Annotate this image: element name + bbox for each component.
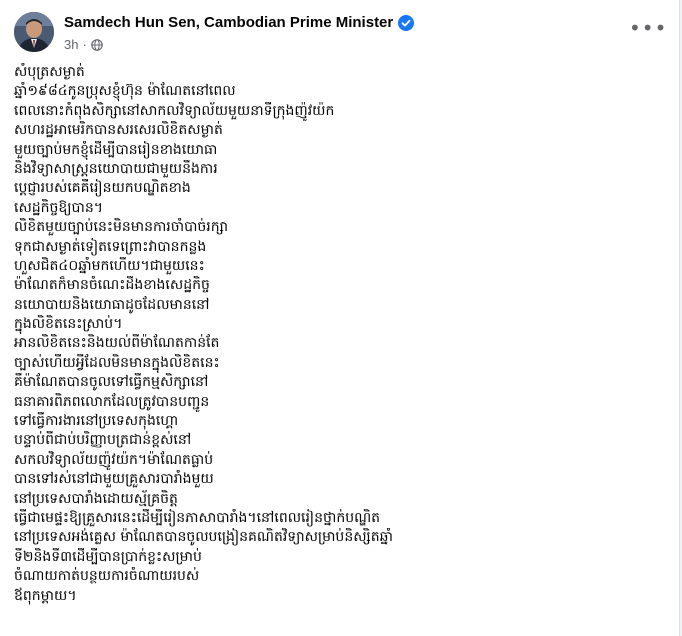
post-text: សំបុត្រសម្ងាត់ឆ្នាំ១៩៨៤កូនប្រុសខ្ញុំហ៊ុន… <box>14 63 664 606</box>
post-text-line: ក្នុងលិខិតនេះស្រាប់។ <box>14 316 123 333</box>
post-text-line: បន្ទាប់ពីជាប់បរិញ្ញាបត្រជាន់ខ្ពស់នៅ <box>14 432 192 449</box>
post-time[interactable]: 3h <box>64 37 78 52</box>
post-header: Samdech Hun Sen, Cambodian Prime Ministe… <box>14 12 666 56</box>
post-text-line: ទី២និងទី៣ដើម្បីបានប្រាក់ខ្លះសម្រាប់ <box>14 548 202 565</box>
author-name[interactable]: Samdech Hun Sen, Cambodian Prime Ministe… <box>64 14 393 31</box>
post-text-line: ចំណាយកាត់បន្ថយការចំណាយរបស់ <box>14 568 200 585</box>
author-name-row: Samdech Hun Sen, Cambodian Prime Ministe… <box>64 14 415 31</box>
post-text-line: ទៅធ្វើការងារនៅប្រទេសកុងហ្គោ <box>14 413 179 430</box>
post-text-line: ហួសជិត៤០ឆ្នាំមកហើយ។ជាមួយនេះ <box>14 257 205 274</box>
post-text-line: សកលវិទ្យាល័យញ៉ូវយ៉ក។ម៉ាណែតធ្លាប់ <box>14 451 214 468</box>
post-text-line: សំបុត្រសម្ងាត់ <box>14 64 85 80</box>
post-text-line: ធ្វើជាមេផ្ទះឱ្យគ្រួសារនេះដើម្បីរៀនភាសាបា… <box>14 509 381 526</box>
post-text-line: នយោបាយនិងយោធាដូចដែលមាននៅ <box>14 296 210 313</box>
post-text-line: សេដ្ឋកិច្ចឱ្យបាន។ <box>14 199 103 216</box>
post-text-line: ម៉ាណែតក៏មានចំណេះដឹងខាងសេដ្ឋកិច្ច <box>14 277 210 294</box>
post-text-line: និងវិទ្យាសាស្ត្រនយោបាយជាមួយនឹងការ <box>14 160 218 177</box>
post-text-line: លិខិតមួយច្បាប់នេះមិនមានការចាំបាច់រក្សា <box>14 219 229 236</box>
post-text-line: ច្បាស់ហើយអ្វីដែលមិនមានក្នុងលិខិតនេះ <box>14 354 220 371</box>
globe-icon[interactable] <box>91 38 103 51</box>
post-text-line: អានលិខិតនេះនិងយល់ពីម៉ាណែតកាន់តែ <box>14 335 220 352</box>
post-meta: 3h · <box>64 37 103 52</box>
post-text-line: ឪពុកម្តាយ។ <box>14 587 77 604</box>
post-text-line: នៅប្រទេសបារាំងដោយស្ម័គ្រចិត្ត <box>14 490 178 507</box>
post-text-line: ធនាគារពិភពលោកដែលត្រូវបានបញ្ជូន <box>14 393 210 410</box>
post-text-line: សហរដ្ឋអាមេរិកបានសរសេរលិខិតសម្ងាត់ <box>14 122 223 139</box>
author-avatar[interactable] <box>14 12 54 52</box>
post-text-line: ទុកជាសម្ងាត់ទៀតទេព្រោះវាបានកន្លង <box>14 238 207 255</box>
post-text-line: ពេលនោះកំពុងសិក្សានៅសាកលវិទ្យាល័យមួយនាទីក… <box>14 102 335 119</box>
post-text-line: មួយច្បាប់មកខ្ញុំដើម្បីបានរៀនខាងយោធា <box>14 141 218 158</box>
post-card: Samdech Hun Sen, Cambodian Prime Ministe… <box>0 0 680 636</box>
post-text-line: ប្តេជ្ញារបស់គេគឺរៀនយកបណ្ឌិតខាង <box>14 180 191 197</box>
more-options-icon[interactable]: ••• <box>629 18 666 44</box>
post-text-line: បានទៅរស់នៅជាមួយគ្រួសារបារាំងមួយ <box>14 471 214 488</box>
post-text-line: ឆ្នាំ១៩៨៤កូនប្រុសខ្ញុំហ៊ុន ម៉ាណែតនៅពេល <box>14 83 236 100</box>
post-text-line: គឺម៉ាណែតបានចូលទៅធ្វើកម្មសិក្សានៅ <box>14 374 209 391</box>
meta-separator: · <box>82 37 87 52</box>
post-text-line: នៅប្រទេសអង់គ្លេស ម៉ាណែតបានចូលបង្រៀនគណិតវ… <box>14 529 393 546</box>
verified-badge-icon <box>398 14 415 31</box>
